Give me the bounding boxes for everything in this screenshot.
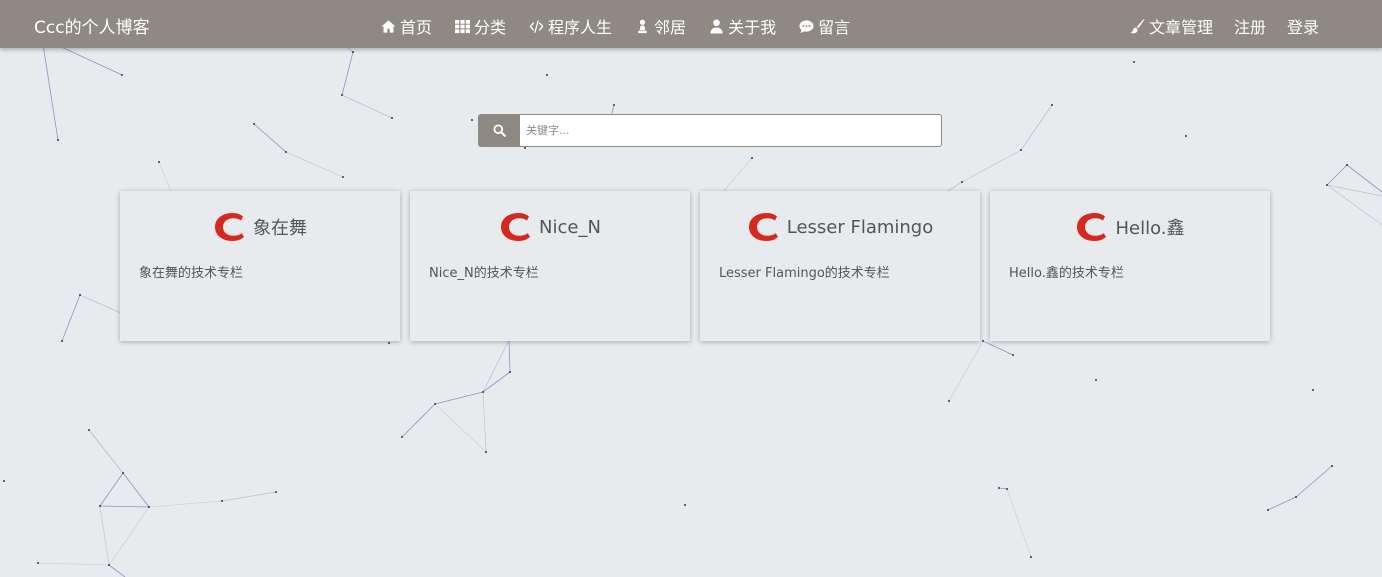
nav-item-programming-life[interactable]: 程序人生 — [529, 14, 612, 38]
comment-icon — [799, 19, 814, 33]
card-header: Nice_N — [410, 211, 690, 243]
home-icon — [381, 19, 396, 33]
card-title: Nice_N — [539, 216, 601, 238]
card-title: Hello.鑫 — [1115, 218, 1185, 239]
user-icon — [710, 18, 723, 34]
csdn-logo — [501, 213, 531, 241]
nav-item-guestbook[interactable]: 留言 — [799, 14, 850, 38]
nav-item-label: 留言 — [818, 18, 851, 37]
column-cards: 象在舞 象在舞的技术专栏 Nice_N Nice_N的技术专栏 Lesser F… — [120, 191, 1280, 341]
user-badge-icon — [638, 19, 647, 33]
register-link[interactable]: 注册 — [1234, 14, 1266, 38]
nav-item-label: 登录 — [1287, 18, 1320, 37]
card-description: Lesser Flamingo的技术专栏 — [719, 266, 890, 281]
column-card[interactable]: Hello.鑫 Hello.鑫的技术专栏 — [990, 191, 1270, 341]
card-title: 象在舞 — [253, 218, 307, 239]
search-icon — [492, 124, 506, 137]
nav-item-label: 注册 — [1234, 18, 1267, 37]
csdn-logo — [215, 213, 244, 241]
nav-item-label: 分类 — [474, 18, 507, 37]
nav-item-home[interactable]: 首页 — [381, 14, 432, 38]
csdn-logo — [1077, 213, 1107, 241]
csdn-logo — [748, 213, 778, 241]
top-navbar: Ccc的个人博客 首页 分类 程序人生 邻居 关于我 留言 文章管理 注册 登录 — [0, 0, 1382, 48]
nav-item-label: 邻居 — [654, 18, 687, 37]
card-title: Lesser Flamingo — [786, 216, 934, 238]
site-brand[interactable]: Ccc的个人博客 — [34, 13, 150, 38]
nav-item-about-me[interactable]: 关于我 — [709, 14, 776, 38]
nav-item-label: 程序人生 — [548, 18, 613, 37]
main-nav: 首页 分类 程序人生 邻居 关于我 留言 — [381, 14, 873, 38]
column-card[interactable]: 象在舞 象在舞的技术专栏 — [120, 191, 400, 341]
search-button[interactable] — [478, 114, 520, 147]
search-input[interactable] — [520, 114, 942, 147]
grid-icon — [455, 19, 471, 33]
nav-item-label: 关于我 — [728, 18, 777, 37]
nav-item-neighbors[interactable]: 邻居 — [635, 14, 686, 38]
nav-item-label: 文章管理 — [1149, 18, 1214, 37]
column-card[interactable]: Lesser Flamingo Lesser Flamingo的技术专栏 — [700, 191, 980, 341]
card-header: 象在舞 — [120, 211, 400, 243]
login-link[interactable]: 登录 — [1287, 14, 1319, 38]
card-description: 象在舞的技术专栏 — [139, 266, 244, 281]
user-nav: 文章管理 注册 登录 — [1130, 14, 1340, 38]
card-header: Lesser Flamingo — [700, 211, 980, 243]
nav-item-category[interactable]: 分类 — [455, 14, 506, 38]
card-header: Hello.鑫 — [990, 211, 1270, 243]
card-description: Hello.鑫的技术专栏 — [1009, 266, 1124, 281]
nav-item-label: 首页 — [400, 18, 433, 37]
nav-item-article-management[interactable]: 文章管理 — [1130, 14, 1213, 38]
card-description: Nice_N的技术专栏 — [429, 266, 539, 281]
brush-icon — [1130, 18, 1145, 33]
code-icon — [529, 19, 544, 33]
column-card[interactable]: Nice_N Nice_N的技术专栏 — [410, 191, 690, 341]
search-bar — [478, 114, 942, 147]
